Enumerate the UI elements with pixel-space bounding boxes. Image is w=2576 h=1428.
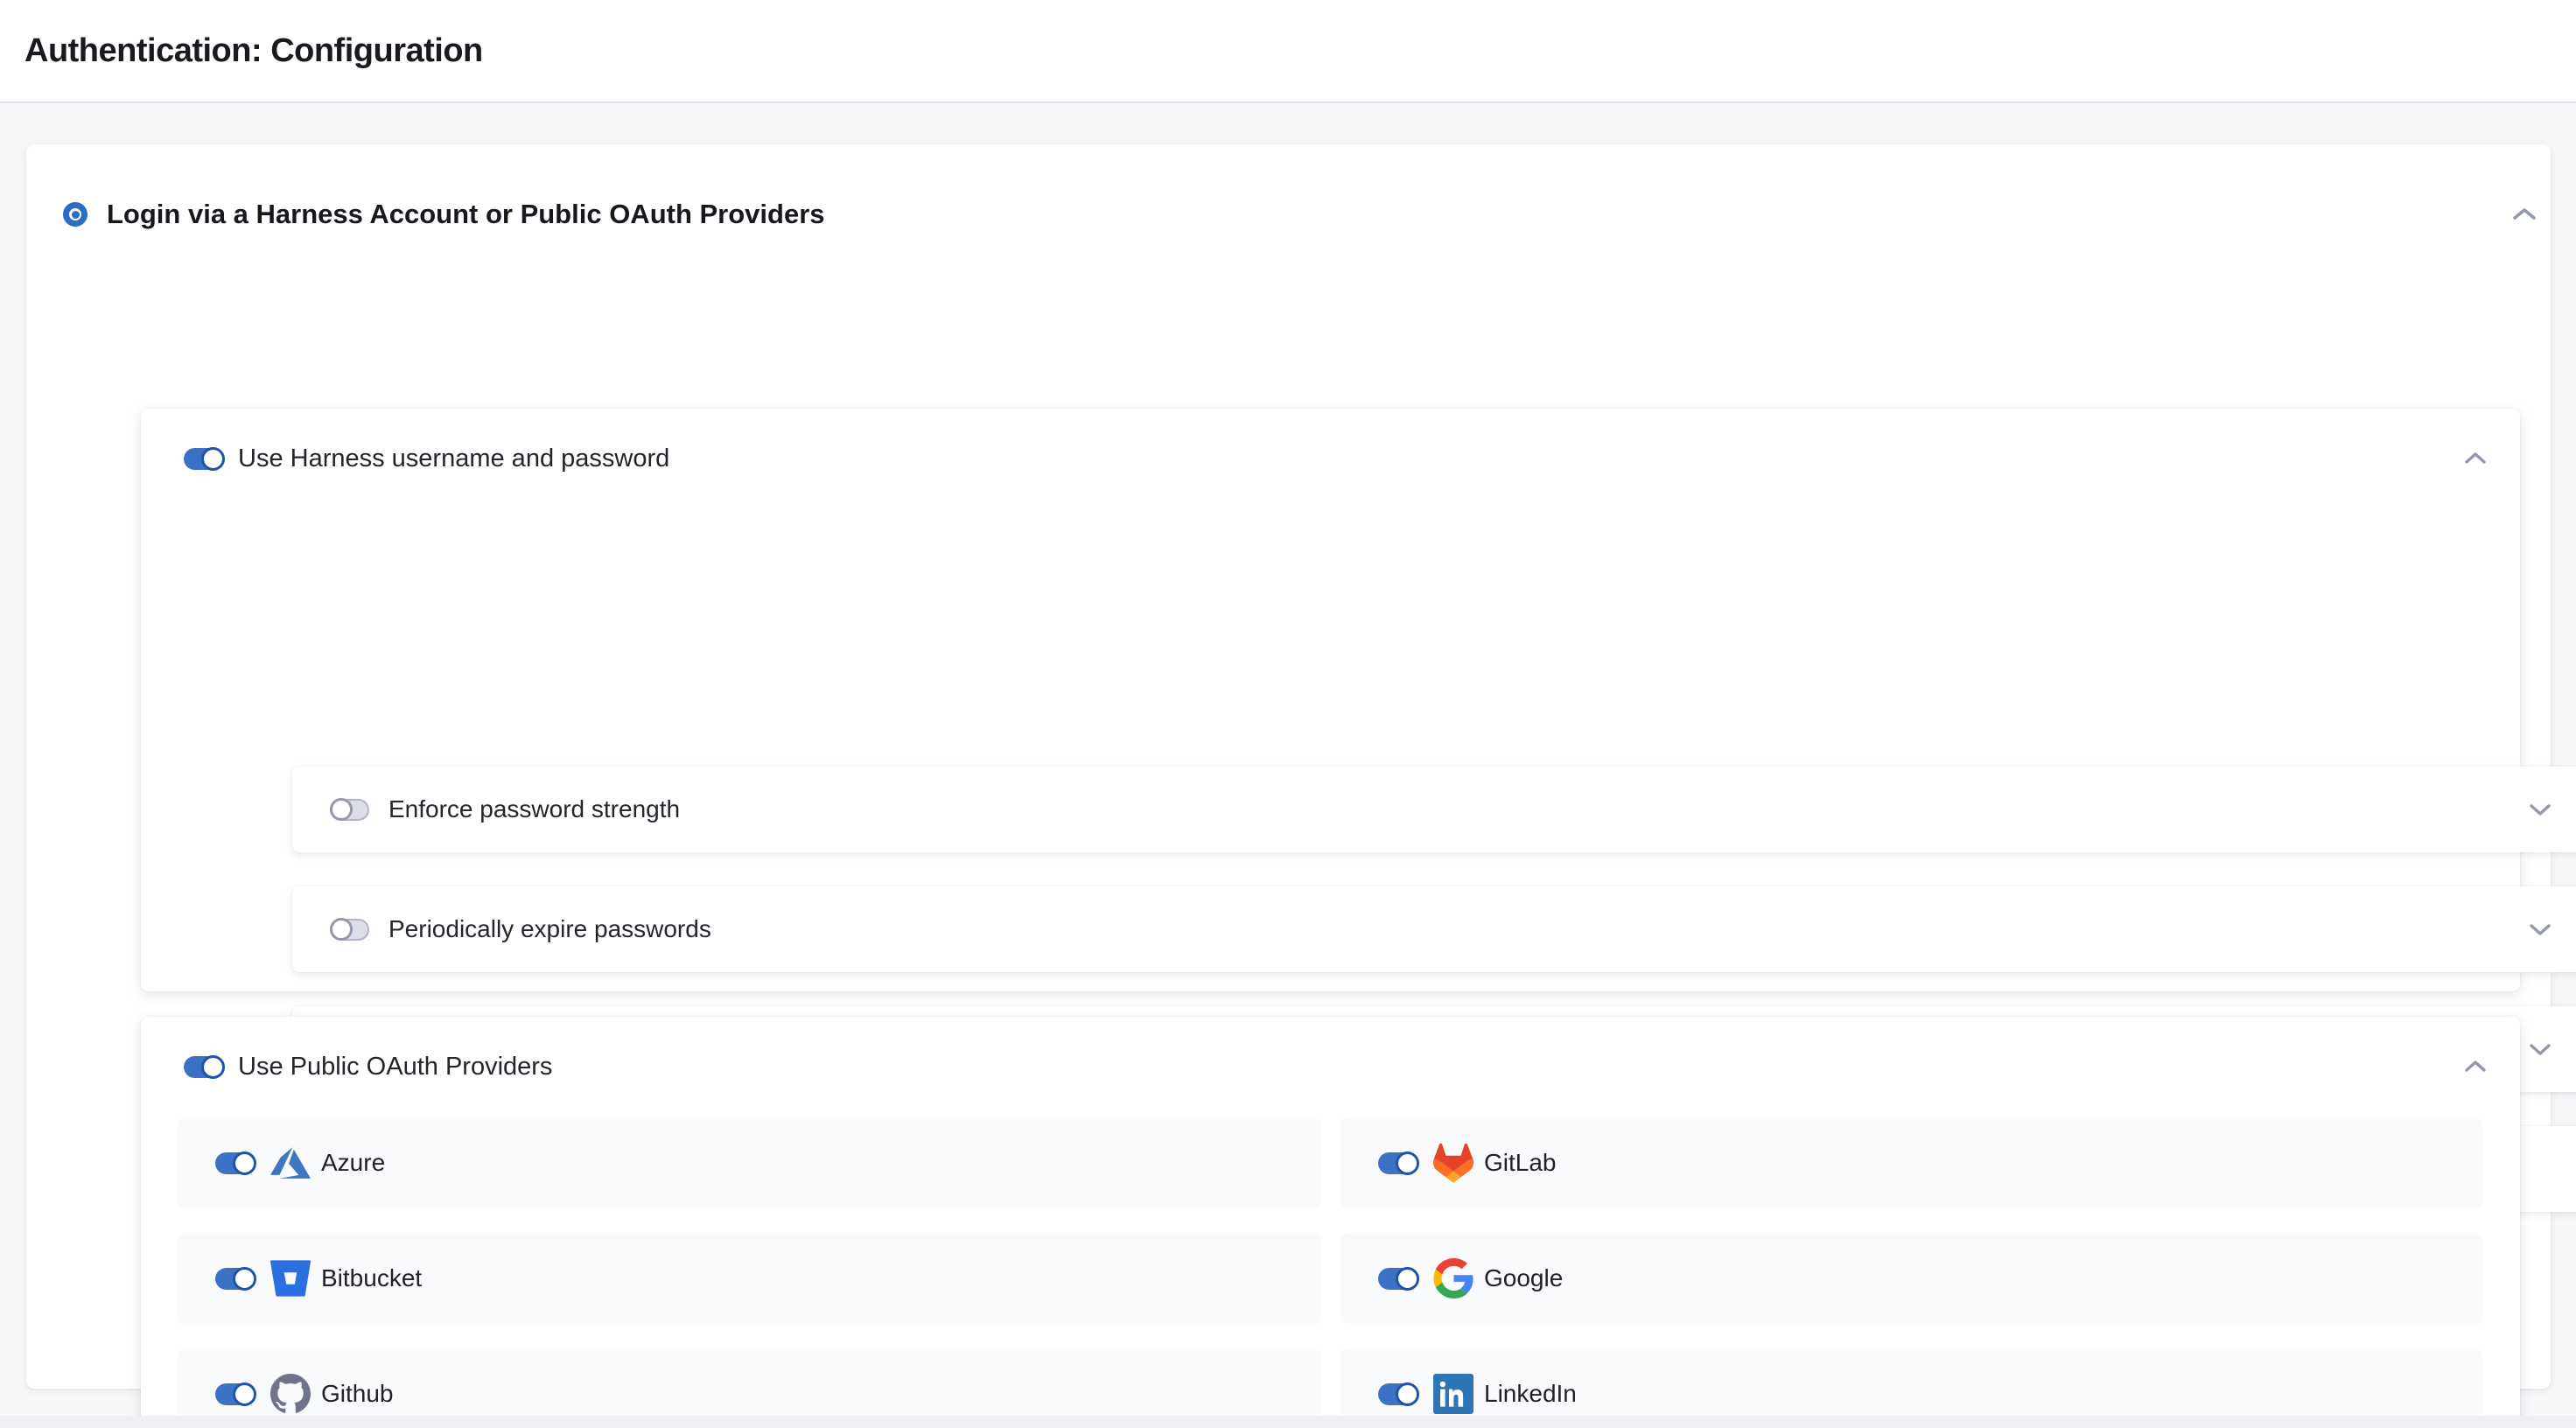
oauth-providers-label: Use Public OAuth Providers (238, 1053, 552, 1082)
chevron-down-icon[interactable] (2528, 802, 2552, 817)
login-method-label: Login via a Harness Account or Public OA… (107, 199, 825, 230)
provider-row-azure: Azure (178, 1117, 1321, 1208)
expire-passwords-label: Periodically expire passwords (388, 915, 711, 943)
page-title: Authentication: Configuration (24, 32, 483, 70)
github-icon (270, 1374, 311, 1414)
login-method-accordion-header[interactable]: Login via a Harness Account or Public OA… (63, 190, 2544, 239)
oauth-providers-toggle[interactable] (184, 1056, 223, 1078)
username-password-toggle[interactable] (184, 448, 223, 470)
linkedin-icon (1433, 1374, 1474, 1414)
oauth-providers-header: Use Public OAuth Providers (184, 1043, 2488, 1090)
gitlab-toggle[interactable] (1378, 1152, 1418, 1174)
login-methods-card: Login via a Harness Account or Public OA… (26, 144, 2551, 1389)
provider-row-google: Google (1340, 1233, 2482, 1324)
azure-toggle[interactable] (215, 1152, 255, 1174)
provider-column-right: GitLab Google (1340, 1117, 2482, 1428)
bitbucket-toggle[interactable] (215, 1268, 255, 1290)
page-bottom-edge (0, 1416, 2576, 1428)
provider-label: Github (321, 1380, 394, 1408)
expire-passwords-row[interactable]: Periodically expire passwords (292, 886, 2576, 972)
provider-column-left: Azure Bitbucket Github (178, 1117, 1321, 1428)
google-icon (1433, 1258, 1474, 1298)
oauth-providers-card: Use Public OAuth Providers Azure (141, 1017, 2520, 1428)
page-header: Authentication: Configuration (0, 0, 2576, 103)
gitlab-icon (1433, 1143, 1474, 1183)
username-password-label: Use Harness username and password (238, 444, 669, 473)
username-password-card: Use Harness username and password Enforc… (141, 409, 2520, 991)
bitbucket-icon (270, 1258, 311, 1298)
linkedin-toggle[interactable] (1378, 1383, 1418, 1405)
expire-passwords-toggle[interactable] (330, 919, 369, 941)
authentication-configuration-page: Authentication: Configuration Login via … (0, 0, 2576, 1428)
provider-label: Google (1484, 1264, 1563, 1292)
login-method-radio[interactable] (63, 202, 88, 227)
provider-row-bitbucket: Bitbucket (178, 1233, 1321, 1324)
provider-label: Bitbucket (321, 1264, 422, 1292)
username-password-header: Use Harness username and password (184, 435, 2488, 482)
password-strength-toggle[interactable] (330, 799, 369, 821)
chevron-up-icon[interactable] (2510, 206, 2538, 223)
provider-row-gitlab: GitLab (1340, 1117, 2482, 1208)
chevron-down-icon[interactable] (2528, 921, 2552, 937)
google-toggle[interactable] (1378, 1268, 1418, 1290)
provider-label: LinkedIn (1484, 1380, 1577, 1408)
chevron-down-icon[interactable] (2528, 1041, 2552, 1057)
chevron-up-icon[interactable] (2463, 1059, 2488, 1074)
provider-label: GitLab (1484, 1149, 1557, 1177)
github-toggle[interactable] (215, 1383, 255, 1405)
provider-label: Azure (321, 1149, 385, 1177)
chevron-up-icon[interactable] (2463, 451, 2488, 466)
password-strength-row[interactable]: Enforce password strength (292, 766, 2576, 852)
azure-icon (270, 1143, 311, 1183)
password-strength-label: Enforce password strength (388, 795, 680, 823)
